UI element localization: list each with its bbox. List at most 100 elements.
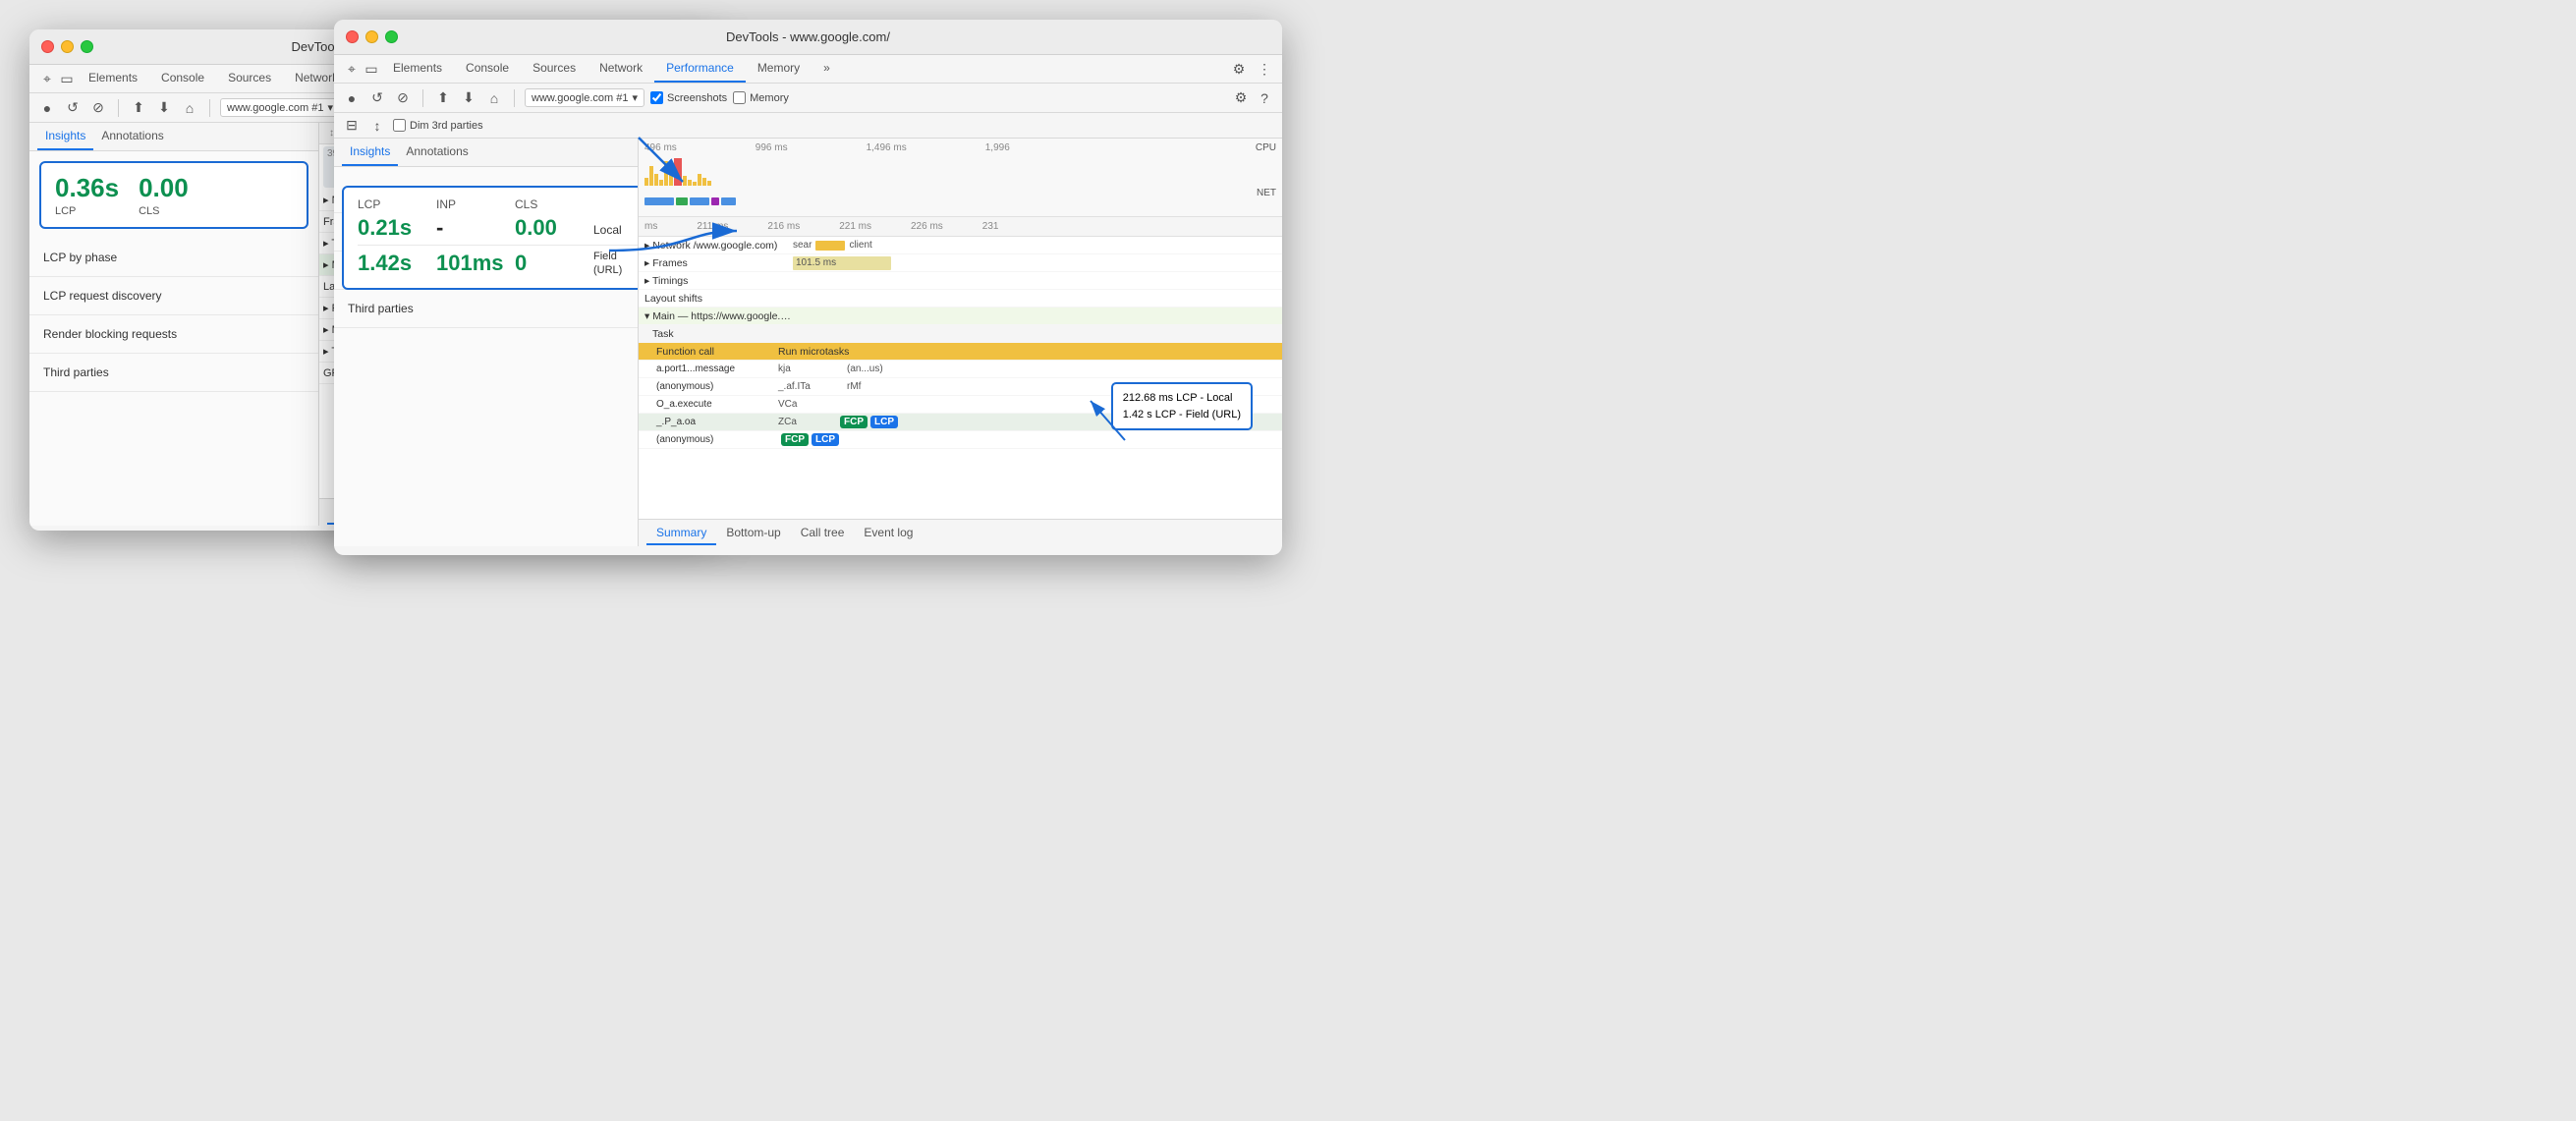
insight-third-parties-2[interactable]: Third parties — [334, 290, 638, 328]
upload-icon-2[interactable]: ⬆ — [433, 88, 453, 108]
arrow-icon: ▸ — [323, 324, 329, 336]
flame-layout-shifts: Layout shifts — [639, 290, 1282, 308]
insight-lcp-phase-1[interactable]: LCP by phase — [29, 239, 318, 277]
flame-port1-val1: kja — [778, 364, 847, 374]
tab-network-2[interactable]: Network — [588, 55, 654, 83]
tab-elements-2[interactable]: Elements — [381, 55, 454, 83]
flame-task: Task — [639, 325, 1282, 343]
home-icon-1[interactable]: ⌂ — [180, 98, 199, 118]
insight-third-parties-1[interactable]: Third parties — [29, 354, 318, 392]
frames-bar-label: 101.5 ms — [793, 256, 891, 270]
flame-oa-label: O_a.execute — [641, 399, 778, 410]
flame-port1-label: a.port1...message — [641, 364, 778, 374]
close-button-2[interactable] — [346, 30, 359, 43]
reload-icon-2[interactable]: ↺ — [367, 88, 387, 108]
insights-tab-2[interactable]: Insights — [342, 139, 398, 166]
download-icon-1[interactable]: ⬇ — [154, 98, 174, 118]
url-select-1[interactable]: www.google.com #1 ▾ — [220, 98, 340, 117]
tab-performance-2[interactable]: Performance — [654, 55, 746, 83]
lcp-tooltip-line2: 1.42 s LCP - Field (URL) — [1123, 407, 1241, 423]
bottom-tab-bottomup-2[interactable]: Bottom-up — [716, 522, 790, 545]
time-226: 226 ms — [911, 221, 943, 232]
settings-icon-2[interactable]: ⚙ — [1229, 59, 1249, 79]
metrics-box-1: 0.36s LCP 0.00 CLS — [39, 161, 308, 229]
insight-render-blocking-1[interactable]: Render blocking requests — [29, 315, 318, 354]
maximize-button-2[interactable] — [385, 30, 398, 43]
network-icon-2[interactable]: ⊟ — [342, 116, 362, 136]
bottom-tab-eventlog-2[interactable]: Event log — [854, 522, 923, 545]
minimize-button-1[interactable] — [61, 40, 74, 53]
cursor-icon-1[interactable]: ⌖ — [37, 69, 57, 88]
help-icon-2[interactable]: ? — [1255, 88, 1274, 108]
cursor-icon-2[interactable]: ⌖ — [342, 59, 362, 79]
metrics-row-1: 0.36s LCP 0.00 CLS — [55, 173, 293, 217]
clear-icon-1[interactable]: ⊘ — [88, 98, 108, 118]
minimize-button-2[interactable] — [365, 30, 378, 43]
ruler-996: 996 ms — [756, 142, 788, 153]
maximize-button-1[interactable] — [81, 40, 93, 53]
flame-network-content: sear client — [793, 240, 1280, 251]
flame-fn-label: Function call — [641, 346, 778, 358]
url-text-1: www.google.com #1 — [227, 102, 323, 114]
tab-elements-1[interactable]: Elements — [77, 65, 149, 92]
dim-3rd-checkbox[interactable]: Dim 3rd parties — [393, 119, 483, 132]
arrow-icon: ▸ — [323, 259, 329, 271]
annotations-tab-1[interactable]: Annotations — [93, 123, 171, 150]
insights-tabs-2: Insights Annotations — [334, 139, 638, 167]
screenshots-check-input-2[interactable] — [650, 91, 663, 104]
insights-tab-1[interactable]: Insights — [37, 123, 93, 150]
overview-timeline-2: 496 ms 996 ms 1,496 ms 1,996 CPU — [639, 139, 1282, 217]
tab-memory-2[interactable]: Memory — [746, 55, 812, 83]
more-icon-2[interactable]: ⋮ — [1255, 59, 1274, 79]
screenshots-checkbox-2[interactable]: Screenshots — [650, 91, 727, 104]
left-panel-1: Insights Annotations 0.36s LCP 0.00 CLS — [29, 123, 319, 526]
traffic-lights-1 — [41, 40, 93, 53]
settings-icon-2b[interactable]: ⚙ — [1231, 88, 1251, 108]
url-text-2: www.google.com #1 — [532, 92, 628, 104]
tab-console-2[interactable]: Console — [454, 55, 521, 83]
clear-icon-2[interactable]: ⊘ — [393, 88, 413, 108]
time-ms: ms — [644, 221, 657, 232]
record-icon-2[interactable]: ● — [342, 88, 362, 108]
time-211: 211 ms — [697, 221, 728, 232]
tab-sources-1[interactable]: Sources — [216, 65, 283, 92]
flame-pa-val: ZCa — [778, 417, 837, 427]
lcp-label-1: LCP — [55, 205, 119, 217]
flame-pa-label: _.P_a.oa — [641, 417, 778, 427]
record-icon-1[interactable]: ● — [37, 98, 57, 118]
device-icon-1[interactable]: ▭ — [57, 69, 77, 88]
device-icon-2[interactable]: ▭ — [362, 59, 381, 79]
flame-port1: a.port1...message kja (an...us) — [639, 361, 1282, 378]
priority-icon-2[interactable]: ↕ — [367, 116, 387, 136]
download-icon-2[interactable]: ⬇ — [459, 88, 478, 108]
main-tab-nav-2: ⌖ ▭ Elements Console Sources Network Per… — [334, 55, 1282, 84]
url-select-2[interactable]: www.google.com #1 ▾ — [525, 88, 644, 107]
memory-check-input-2[interactable] — [733, 91, 746, 104]
flame-port1-val2: (an...us) — [847, 364, 883, 374]
bottom-tab-calltree-2[interactable]: Call tree — [791, 522, 855, 545]
close-button-1[interactable] — [41, 40, 54, 53]
ruler-1496: 1,496 ms — [867, 142, 907, 153]
ruler-496: 496 ms — [644, 142, 677, 153]
annotations-tab-2[interactable]: Annotations — [398, 139, 476, 166]
tab-sources-2[interactable]: Sources — [521, 55, 588, 83]
tab-more-2[interactable]: » — [812, 55, 842, 83]
chevron-down-icon-1: ▾ — [327, 101, 333, 114]
flame-anon2-label: (anonymous) — [641, 434, 778, 445]
flame-main-label: ▾ Main — https://www.google.com/ — [641, 310, 793, 322]
home-icon-2[interactable]: ⌂ — [484, 88, 504, 108]
cls-value-1: 0.00 — [139, 173, 189, 203]
flame-frames-content: 101.5 ms — [793, 256, 1280, 270]
arrow-icon: ▸ — [323, 195, 329, 206]
memory-checkbox-2[interactable]: Memory — [733, 91, 789, 104]
bottom-tab-summary-2[interactable]: Summary — [646, 522, 716, 545]
dim-3rd-check-input[interactable] — [393, 119, 406, 132]
screenshots-label-2: Screenshots — [667, 92, 727, 104]
popup-inp-field: 101ms — [436, 251, 515, 276]
reload-icon-1[interactable]: ↺ — [63, 98, 83, 118]
flame-main: ▾ Main — https://www.google.com/ — [639, 308, 1282, 325]
insight-lcp-discovery-1[interactable]: LCP request discovery — [29, 277, 318, 315]
flame-fn-val: Run microtasks — [778, 346, 1084, 358]
upload-icon-1[interactable]: ⬆ — [129, 98, 148, 118]
tab-console-1[interactable]: Console — [149, 65, 216, 92]
